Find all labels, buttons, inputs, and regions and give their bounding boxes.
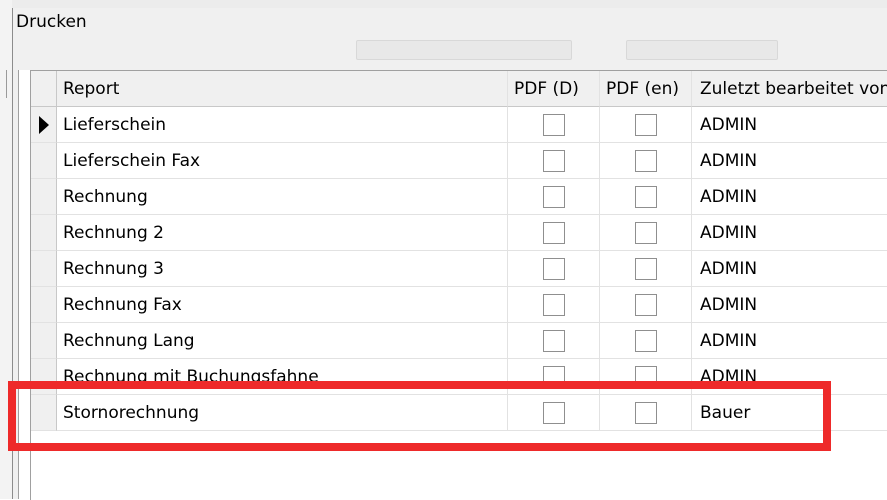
report-name[interactable]: Rechnung 3 [57,251,508,287]
pdf-en-checkbox[interactable] [634,113,657,136]
frame-tick [0,70,7,98]
pdf-en-cell [600,107,692,143]
table-row[interactable]: Rechnung Fax ADMIN [31,287,887,323]
report-name[interactable]: Rechnung [57,179,508,215]
row-selector[interactable] [31,107,57,143]
highlight-frame [8,381,831,451]
pdf-d-checkbox[interactable] [542,293,565,316]
pdf-en-checkbox[interactable] [634,221,657,244]
table-row[interactable]: Rechnung Lang ADMIN [31,323,887,359]
pdf-d-cell [508,215,600,251]
blurred-button-2 [626,40,778,60]
header-corner [31,71,57,107]
table-row[interactable]: Rechnung 2 ADMIN [31,215,887,251]
pdf-d-cell [508,179,600,215]
pdf-d-checkbox[interactable] [542,257,565,280]
pdf-en-cell [600,143,692,179]
pdf-en-cell [600,323,692,359]
row-selector[interactable] [31,215,57,251]
table-row[interactable]: Rechnung 3 ADMIN [31,251,887,287]
panel-title: Drucken [16,12,87,32]
report-name[interactable]: Rechnung 2 [57,215,508,251]
pdf-d-checkbox[interactable] [542,149,565,172]
pdf-en-cell [600,251,692,287]
pdf-en-checkbox[interactable] [634,185,657,208]
last-edited-by[interactable]: ADMIN [692,251,887,287]
row-selector[interactable] [31,179,57,215]
pdf-en-cell [600,179,692,215]
report-name[interactable]: Lieferschein [57,107,508,143]
pdf-d-cell [508,251,600,287]
last-edited-by[interactable]: ADMIN [692,179,887,215]
pdf-d-checkbox[interactable] [542,329,565,352]
row-selector[interactable] [31,251,57,287]
row-selector[interactable] [31,143,57,179]
pdf-d-checkbox[interactable] [542,185,565,208]
pdf-d-checkbox[interactable] [542,221,565,244]
column-header-report[interactable]: Report [57,71,508,107]
blurred-button [356,40,572,60]
pdf-en-checkbox[interactable] [634,329,657,352]
column-header-pdf-en[interactable]: PDF (en) [600,71,692,107]
pdf-en-checkbox[interactable] [634,257,657,280]
current-row-arrow-icon [38,115,49,134]
column-header-pdf-d[interactable]: PDF (D) [508,71,600,107]
pdf-en-cell [600,287,692,323]
report-name[interactable]: Lieferschein Fax [57,143,508,179]
table-row[interactable]: Rechnung ADMIN [31,179,887,215]
row-selector[interactable] [31,323,57,359]
table-row[interactable]: Lieferschein ADMIN [31,107,887,143]
pdf-d-cell [508,143,600,179]
last-edited-by[interactable]: ADMIN [692,287,887,323]
pdf-d-cell [508,323,600,359]
pdf-d-cell [508,107,600,143]
report-name[interactable]: Rechnung Lang [57,323,508,359]
pdf-en-checkbox[interactable] [634,149,657,172]
last-edited-by[interactable]: ADMIN [692,143,887,179]
grid-header: Report PDF (D) PDF (en) Zuletzt bearbeit… [31,71,887,107]
pdf-en-checkbox[interactable] [634,293,657,316]
report-name[interactable]: Rechnung Fax [57,287,508,323]
column-header-last-edited[interactable]: Zuletzt bearbeitet von [692,71,887,107]
last-edited-by[interactable]: ADMIN [692,215,887,251]
last-edited-by[interactable]: ADMIN [692,323,887,359]
row-selector[interactable] [31,287,57,323]
last-edited-by[interactable]: ADMIN [692,107,887,143]
pdf-en-cell [600,215,692,251]
table-row[interactable]: Lieferschein Fax ADMIN [31,143,887,179]
pdf-d-checkbox[interactable] [542,113,565,136]
pdf-d-cell [508,287,600,323]
